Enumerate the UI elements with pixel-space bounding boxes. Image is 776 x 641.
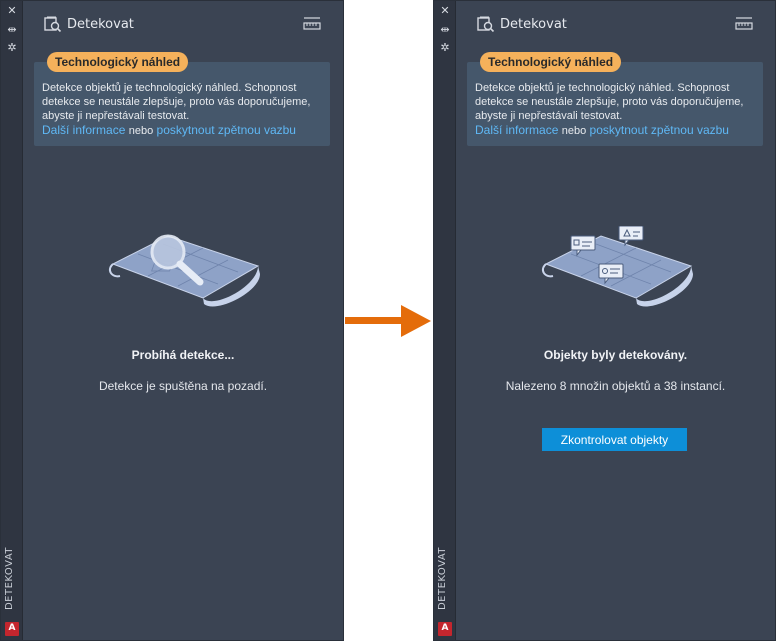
status-subtitle: Detekce je spuštěna na pozadí. (98, 379, 268, 393)
tech-preview-text: Detekce objektů je technologický náhled.… (475, 82, 744, 122)
link-separator: nebo (561, 125, 587, 137)
close-icon[interactable]: ✕ (439, 5, 451, 17)
status-subtitle: Nalezeno 8 množin objektů a 38 instancí. (505, 379, 726, 393)
detect-palette-done: ✕ ⇹ ✲ DETEKOVAT A Detekovat Technologick… (433, 0, 776, 641)
settings-icon[interactable]: ✲ (439, 42, 451, 54)
detect-icon (44, 16, 62, 32)
tech-preview-text: Detekce objektů je technologický náhled.… (42, 82, 311, 122)
ruler-icon[interactable] (303, 16, 321, 30)
tech-preview-links: Další informace nebo poskytnout zpětnou … (42, 123, 296, 137)
link-separator: nebo (128, 125, 154, 137)
close-icon[interactable]: ✕ (6, 5, 18, 17)
detect-icon (477, 16, 495, 32)
palette-side-strip: ✕ ⇹ ✲ DETEKOVAT A (1, 1, 23, 640)
arrow-right-icon (345, 305, 431, 337)
more-info-link[interactable]: Další informace (475, 123, 558, 137)
ruler-icon[interactable] (735, 16, 753, 30)
palette-title: Detekovat (500, 17, 567, 32)
status-title: Probíhá detekce... (131, 348, 235, 362)
autohide-icon[interactable]: ⇹ (439, 24, 451, 36)
feedback-link[interactable]: poskytnout zpětnou vazbu (590, 123, 729, 137)
more-info-link[interactable]: Další informace (42, 123, 125, 137)
status-title: Objekty byly detekovány. (543, 348, 688, 362)
settings-icon[interactable]: ✲ (6, 42, 18, 54)
blueprint-magnifier-illustration (109, 234, 260, 307)
palette-title: Detekovat (67, 17, 134, 32)
tech-preview-badge: Technologický náhled (47, 52, 189, 72)
review-objects-button[interactable]: Zkontrolovat objekty (542, 428, 687, 451)
tech-preview-badge: Technologický náhled (480, 52, 622, 72)
palette-side-label: DETEKOVAT (437, 546, 448, 610)
feedback-link[interactable]: poskytnout zpětnou vazbu (157, 123, 296, 137)
autocad-logo-icon: A (5, 622, 19, 636)
autocad-logo-icon: A (438, 622, 452, 636)
blueprint-callouts-illustration (542, 226, 693, 307)
palette-side-label: DETEKOVAT (4, 546, 15, 610)
detect-palette-running: ✕ ⇹ ✲ DETEKOVAT A Detekovat Technologick… (0, 0, 344, 641)
tech-preview-links: Další informace nebo poskytnout zpětnou … (475, 123, 729, 137)
autohide-icon[interactable]: ⇹ (6, 24, 18, 36)
palette-side-strip: ✕ ⇹ ✲ DETEKOVAT A (434, 1, 456, 640)
